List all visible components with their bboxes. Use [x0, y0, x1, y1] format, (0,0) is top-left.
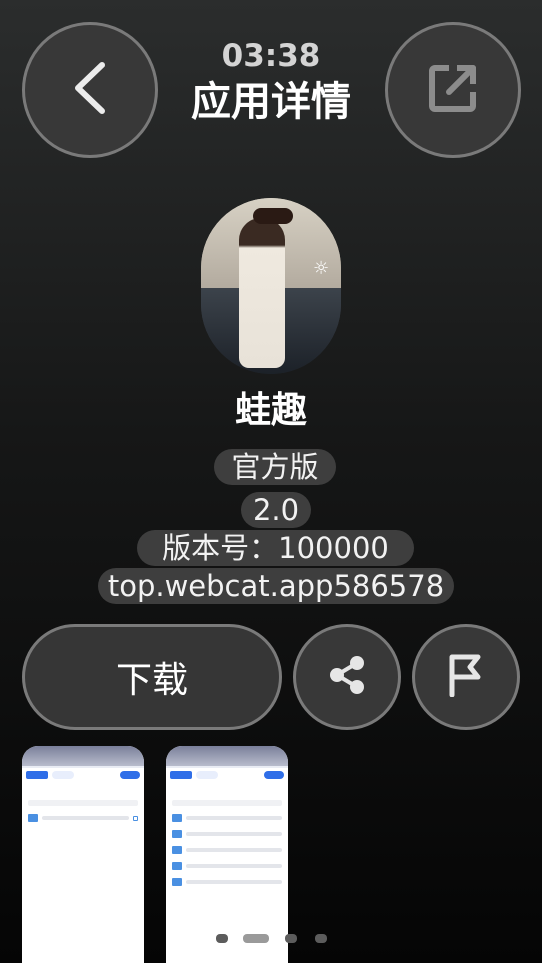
share-button[interactable] — [293, 624, 401, 730]
open-external-button[interactable] — [385, 22, 521, 158]
download-button[interactable]: 下载 — [22, 624, 282, 730]
pager-indicator — [0, 934, 542, 944]
pager-dot[interactable] — [216, 934, 228, 943]
version-code-badge: 版本号：100000 — [137, 530, 414, 566]
pager-dot-active[interactable] — [243, 934, 269, 943]
pager-dot[interactable] — [285, 934, 297, 943]
screenshot-thumbnail[interactable] — [166, 746, 288, 963]
pager-dot[interactable] — [315, 934, 327, 943]
screenshot-thumbnail[interactable] — [22, 746, 144, 963]
edition-badge: 官方版 — [214, 449, 336, 485]
app-icon: ☼ — [201, 198, 341, 374]
sun-icon: ☼ — [313, 258, 330, 279]
flag-icon — [446, 653, 486, 701]
app-name: 蛙趣 — [234, 390, 307, 431]
package-name-badge: top.webcat.app586578 — [98, 568, 454, 604]
version-badge: 2.0 — [241, 492, 311, 528]
open-external-icon — [427, 62, 479, 118]
report-button[interactable] — [412, 624, 520, 730]
share-icon — [327, 655, 367, 699]
